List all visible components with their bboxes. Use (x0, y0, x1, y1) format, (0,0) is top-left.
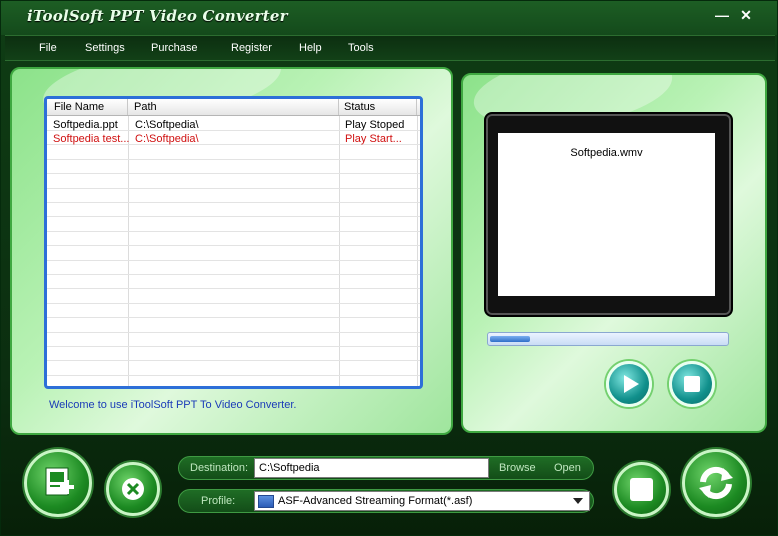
play-icon (624, 375, 639, 393)
progress-fill (490, 336, 530, 342)
destination-label: Destination: (190, 462, 249, 474)
column-divider[interactable] (338, 99, 339, 115)
file-list-header: File Name Path Status (47, 99, 420, 116)
cell-status: Play Start... (345, 133, 402, 145)
cell-path: C:\Softpedia\ (135, 133, 199, 145)
row-line (47, 231, 420, 232)
preview-progress-bar (487, 332, 729, 346)
preview-filename: Softpedia.wmv (570, 147, 643, 159)
row-line (47, 173, 420, 174)
column-line (417, 116, 418, 386)
row-line (47, 317, 420, 318)
column-divider[interactable] (416, 99, 417, 115)
row-line (47, 188, 420, 189)
column-divider[interactable] (127, 99, 128, 115)
remove-file-button[interactable] (106, 462, 160, 516)
menu-file[interactable]: File (39, 42, 57, 54)
minimize-button[interactable]: — (713, 5, 731, 25)
play-button[interactable] (606, 361, 652, 407)
row-line (47, 346, 420, 347)
profile-label: Profile: (201, 495, 236, 507)
menu-help[interactable]: Help (299, 42, 322, 54)
menu-settings[interactable]: Settings (85, 42, 125, 54)
preview-screen: Softpedia.wmv (498, 133, 715, 296)
browse-button[interactable]: Browse (499, 462, 536, 474)
format-icon (258, 495, 274, 508)
row-line (47, 360, 420, 361)
profile-select[interactable]: ASF-Advanced Streaming Format(*.asf) (254, 491, 590, 511)
menu-purchase[interactable]: Purchase (151, 42, 197, 54)
column-line (128, 116, 129, 386)
window-title: iToolSoft PPT Video Converter (27, 7, 288, 25)
column-header-status[interactable]: Status (344, 101, 375, 113)
menu-tools[interactable]: Tools (348, 42, 374, 54)
row-line (47, 288, 420, 289)
row-line (47, 274, 420, 275)
cell-path: C:\Softpedia\ (135, 119, 199, 131)
menu-register[interactable]: Register (231, 42, 272, 54)
remove-icon (122, 478, 144, 500)
convert-refresh-icon (699, 466, 733, 500)
menu-bar: File Settings Purchase Register Help Too… (5, 35, 775, 61)
open-button[interactable]: Open (554, 462, 581, 474)
cell-file-name: Softpedia test... (53, 133, 130, 145)
file-list[interactable]: File Name Path Status Softpedia.ppt C:\S… (44, 96, 423, 389)
row-line (47, 245, 420, 246)
row-line (47, 159, 420, 160)
close-button[interactable]: ✕ (737, 5, 755, 25)
app-window: iToolSoft PPT Video Converter — ✕ File S… (0, 0, 778, 536)
stop-conversion-button[interactable] (614, 462, 669, 517)
convert-button[interactable] (682, 449, 750, 517)
cell-file-name: Softpedia.ppt (53, 119, 118, 131)
row-line (47, 375, 420, 376)
add-file-icon (45, 467, 74, 496)
column-line (339, 116, 340, 386)
row-line (47, 260, 420, 261)
row-line (47, 202, 420, 203)
destination-input[interactable]: C:\Softpedia (254, 458, 489, 478)
column-header-file-name[interactable]: File Name (54, 101, 104, 113)
stop-icon (684, 376, 700, 392)
stop-preview-button[interactable] (669, 361, 715, 407)
column-header-path[interactable]: Path (134, 101, 157, 113)
stop-icon (630, 478, 653, 501)
cell-status: Play Stoped (345, 119, 405, 131)
profile-selected-value: ASF-Advanced Streaming Format(*.asf) (278, 495, 473, 507)
chevron-down-icon[interactable] (573, 498, 583, 504)
row-line (47, 216, 420, 217)
row-line (47, 303, 420, 304)
row-line (47, 332, 420, 333)
add-file-button[interactable] (24, 449, 92, 517)
title-bar[interactable]: iToolSoft PPT Video Converter — ✕ (1, 1, 777, 35)
welcome-message: Welcome to use iToolSoft PPT To Video Co… (49, 399, 297, 411)
